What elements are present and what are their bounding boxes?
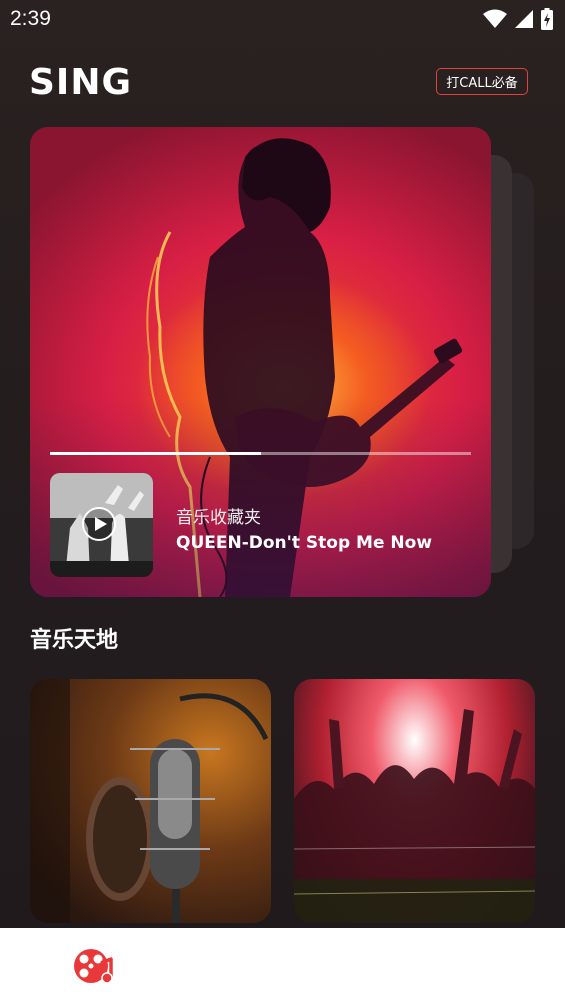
status-bar: 2:39 — [0, 0, 565, 40]
section-title: 音乐天地 — [30, 628, 119, 653]
track-title: QUEEN-Don't Stop Me Now — [176, 533, 433, 553]
playlist-label: 音乐收藏夹 — [176, 508, 261, 528]
album-thumbnail[interactable] — [50, 473, 153, 577]
microphone-image — [30, 679, 269, 923]
wifi-icon — [483, 9, 507, 28]
battery-icon — [541, 8, 553, 30]
music-disc-icon[interactable] — [73, 947, 115, 985]
play-icon[interactable] — [82, 507, 116, 541]
status-time: 2:39 — [10, 7, 51, 30]
playback-progress-fill — [50, 452, 261, 455]
app-title: SING — [29, 62, 132, 103]
status-icons — [483, 8, 553, 30]
signal-icon — [515, 10, 533, 28]
studio-microphone-card[interactable] — [30, 679, 271, 923]
call-essentials-button[interactable]: 打CALL必备 — [436, 68, 528, 95]
now-playing-card[interactable]: 音乐收藏夹 QUEEN-Don't Stop Me Now — [30, 127, 491, 597]
playback-progress-bar[interactable] — [50, 452, 471, 455]
concert-crowd-card[interactable] — [294, 679, 535, 923]
crowd-image — [294, 709, 535, 923]
